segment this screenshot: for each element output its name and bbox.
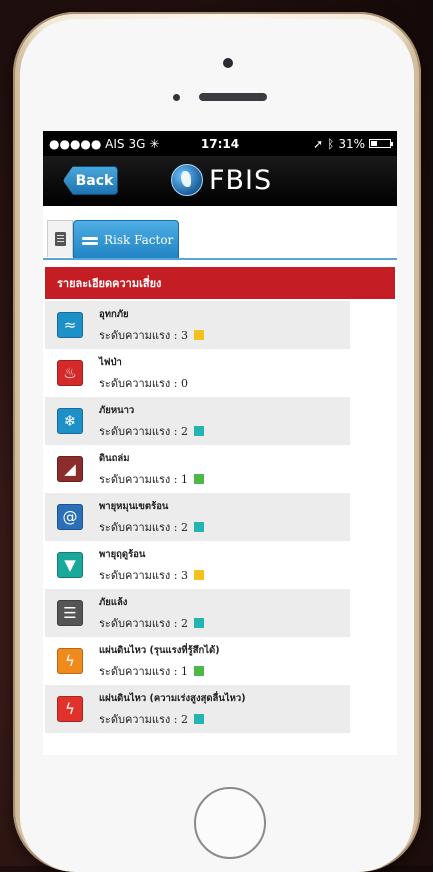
drought-icon: ☰ (57, 600, 83, 626)
carrier-label: ●●●●● AIS (49, 136, 125, 151)
list-item[interactable]: ♨ ไฟป่าระดับความแรง : 0 (45, 349, 350, 397)
section-title: รายละเอียดความเสี่ยง (57, 277, 162, 290)
cold-icon: ❄ (57, 408, 83, 434)
section-header: รายละเอียดความเสี่ยง (45, 267, 395, 299)
tab-strip: Risk Factor (43, 206, 397, 260)
wave-icon (82, 233, 98, 247)
list-item[interactable]: @ พายุหมุนเขตร้อนระดับความแรง : 2 (45, 493, 350, 541)
risk-level: ระดับความแรง : 2 (99, 520, 188, 534)
earthquake-felt-icon: ϟ (57, 648, 83, 674)
home-button[interactable] (194, 787, 266, 859)
activity-icon: ✳ (149, 136, 160, 151)
risk-name: พายุฤดูร้อน (99, 548, 146, 560)
list-item[interactable]: ▼ พายุฤดูร้อนระดับความแรง : 3 (45, 541, 350, 589)
status-bar: ●●●●● AIS 3G ✳ 17:14 ➚ ᛒ 31% (43, 131, 397, 156)
risk-name: ภัยแล้ง (99, 596, 128, 608)
risk-name: แผ่นดินไหว (รุนแรงที่รู้สึกได้) (99, 644, 220, 656)
risk-level: ระดับความแรง : 2 (99, 616, 188, 630)
proximity-sensor (173, 94, 180, 101)
list-item[interactable]: ◢ ดินถล่มระดับความแรง : 1 (45, 445, 350, 493)
level-indicator (193, 617, 204, 628)
risk-name: พายุหมุนเขตร้อน (99, 500, 169, 512)
app-brand: FBIS (171, 164, 272, 196)
tab-document[interactable] (47, 220, 73, 257)
level-indicator (193, 329, 204, 340)
battery-percent: 31% (338, 136, 365, 151)
risk-level: ระดับความแรง : 2 (99, 712, 188, 726)
risk-name: ภัยหนาว (99, 404, 135, 416)
risk-level: ระดับความแรง : 3 (99, 568, 188, 582)
level-indicator (193, 521, 204, 532)
back-button[interactable]: Back (63, 166, 118, 195)
list-item[interactable]: ϟ แผ่นดินไหว (รุนแรงที่รู้สึกได้) ระดับควา… (45, 637, 350, 685)
navigation-bar: Back FBIS (43, 156, 397, 206)
earpiece-speaker (199, 93, 267, 101)
list-item[interactable]: ≈ อุทกภัยระดับความแรง : 3 (45, 301, 350, 349)
earthquake-acceleration-icon: ϟ (57, 696, 83, 722)
risk-level: ระดับความแรง : 3 (99, 328, 188, 342)
risk-level: ระดับความแรง : 2 (99, 424, 188, 438)
globe-logo-icon (171, 164, 203, 196)
level-indicator (193, 425, 204, 436)
list-item[interactable]: ❄ ภัยหนาวระดับความแรง : 2 (45, 397, 350, 445)
network-label: 3G (128, 136, 146, 151)
level-indicator (193, 569, 204, 580)
risk-level: ระดับความแรง : 1 (99, 472, 188, 486)
phone-screen: ●●●●● AIS 3G ✳ 17:14 ➚ ᛒ 31% Back FBIS R… (43, 131, 397, 755)
risk-level: ระดับความแรง : 0 (99, 376, 188, 390)
app-title: FBIS (209, 164, 273, 196)
document-icon (54, 232, 66, 246)
landslide-icon: ◢ (57, 456, 83, 482)
risk-name: ไฟป่า (99, 356, 122, 368)
level-indicator (193, 473, 204, 484)
risk-level: ระดับความแรง : 1 (99, 664, 188, 678)
tab-risk-factor-label: Risk Factor (104, 232, 174, 247)
level-indicator (193, 665, 204, 676)
list-item[interactable]: ☰ ภัยแล้งระดับความแรง : 2 (45, 589, 350, 637)
main-content: Risk Factor รายละเอียดความเสี่ยง ≈ อุทกภั… (43, 206, 397, 755)
level-indicator (193, 713, 204, 724)
battery-icon (369, 139, 393, 148)
tab-risk-factor[interactable]: Risk Factor (73, 220, 179, 258)
risk-name: อุทกภัย (99, 308, 129, 320)
front-camera (223, 58, 233, 68)
battery-fill (371, 141, 377, 146)
tropical-cyclone-icon: @ (57, 504, 83, 530)
list-item[interactable]: ϟ แผ่นดินไหว (ความเร่งสูงสุดลื่นไหว) ระดับ… (45, 685, 350, 733)
risk-list: ≈ อุทกภัย ระดับความแรง : 3 ♨ ไฟป่า ระดับความแ… (45, 301, 350, 733)
flood-icon: ≈ (57, 312, 83, 338)
risk-name: ดินถล่ม (99, 452, 130, 464)
bluetooth-icon: ᛒ (327, 136, 335, 151)
risk-name: แผ่นดินไหว (ความเร่งสูงสุดลื่นไหว) (99, 692, 246, 704)
summer-storm-icon: ▼ (57, 552, 83, 578)
forest-fire-icon: ♨ (57, 360, 83, 386)
location-icon: ➚ (313, 136, 324, 151)
